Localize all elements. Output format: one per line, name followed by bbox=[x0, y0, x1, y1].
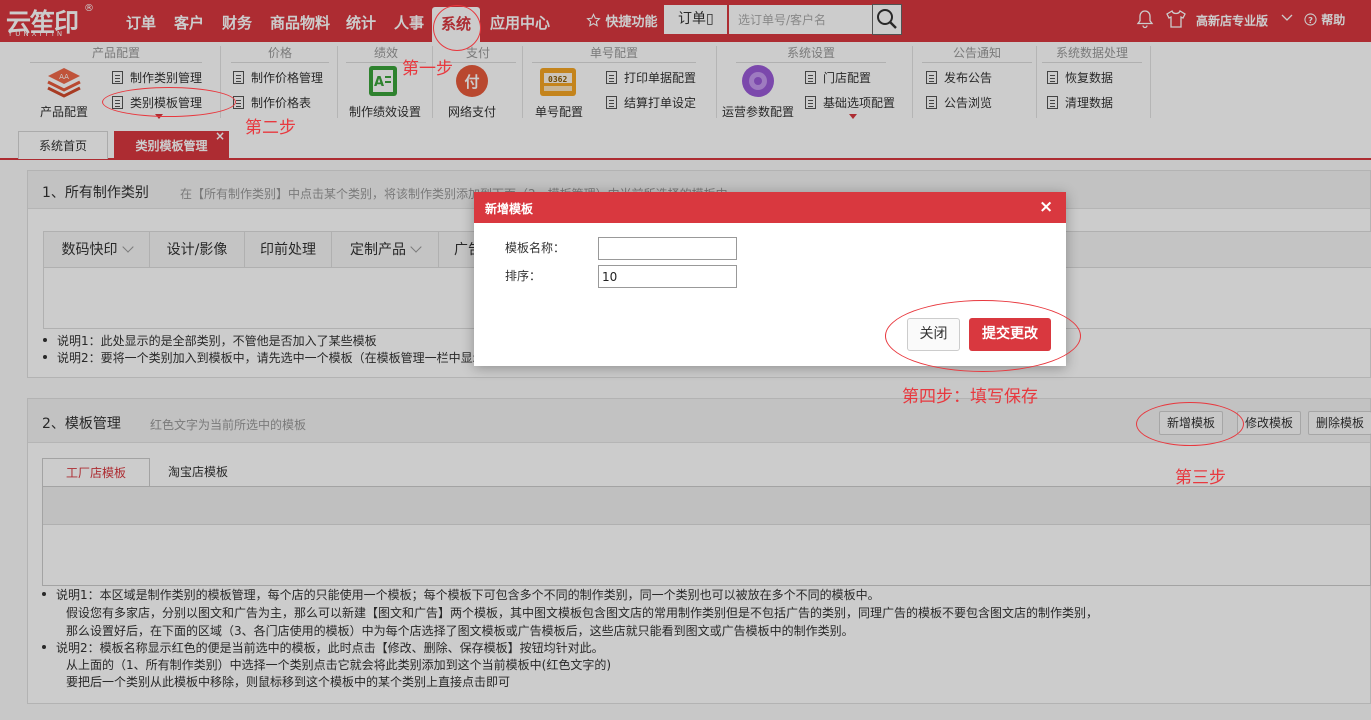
annotation-ellipse-step4 bbox=[885, 300, 1081, 372]
annotation-ellipse-step2 bbox=[102, 87, 236, 117]
annotation-step2: 第二步 bbox=[245, 118, 296, 138]
annotation-step4: 第四步：填写保存 bbox=[902, 387, 1038, 407]
annotation-step1: 第一步 bbox=[402, 59, 453, 79]
sort-order-label: 排序： bbox=[505, 269, 542, 283]
close-icon[interactable]: × bbox=[1039, 197, 1053, 217]
dialog-header: 新增模板 × bbox=[474, 192, 1066, 223]
annotation-ellipse-step3 bbox=[1136, 402, 1244, 446]
template-name-input[interactable] bbox=[598, 237, 737, 260]
annotation-circle-step1 bbox=[433, 5, 481, 51]
template-name-label: 模板名称： bbox=[505, 241, 566, 255]
dialog-title: 新增模板 bbox=[485, 202, 534, 216]
sort-order-input[interactable] bbox=[598, 265, 737, 288]
annotation-step3: 第三步 bbox=[1175, 468, 1226, 488]
